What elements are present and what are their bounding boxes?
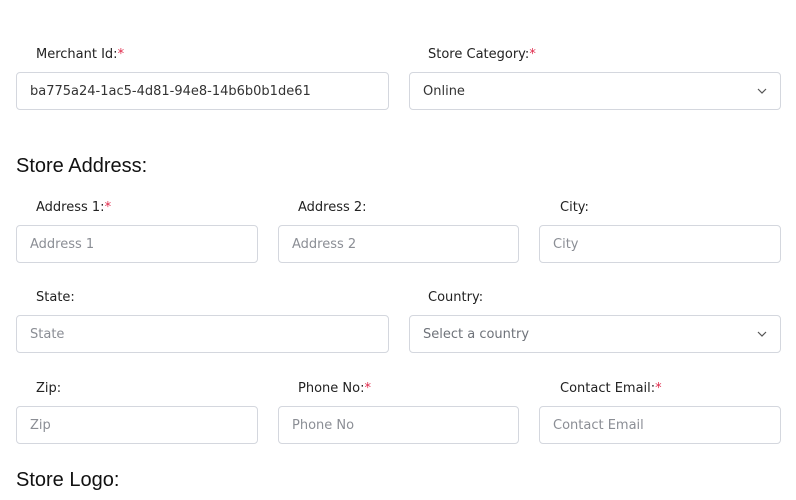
store-form: Merchant Id:* Store Category:* Online St… — [0, 0, 796, 500]
city-label: City: — [560, 200, 589, 215]
phone-field[interactable] — [278, 406, 519, 444]
state-field[interactable] — [16, 315, 389, 353]
country-label: Country: — [428, 290, 484, 305]
chevron-down-icon — [756, 328, 768, 340]
store-logo-heading: Store Logo: — [16, 469, 120, 491]
email-input[interactable] — [553, 407, 780, 443]
address1-label: Address 1:* — [36, 200, 112, 215]
zip-input[interactable] — [30, 407, 257, 443]
phone-label: Phone No:* — [298, 381, 371, 396]
city-field[interactable] — [539, 225, 781, 263]
chevron-down-icon — [756, 85, 768, 97]
merchant-id-field[interactable] — [16, 72, 389, 110]
state-input[interactable] — [30, 316, 388, 352]
store-address-heading: Store Address: — [16, 155, 148, 177]
email-label: Contact Email:* — [560, 381, 662, 396]
address1-input[interactable] — [30, 226, 257, 262]
zip-label: Zip: — [36, 381, 62, 396]
store-category-value: Online — [423, 83, 465, 99]
merchant-id-input[interactable] — [30, 73, 388, 109]
phone-input[interactable] — [292, 407, 518, 443]
store-category-select[interactable]: Online — [409, 72, 781, 110]
address2-field[interactable] — [278, 225, 519, 263]
country-select[interactable]: Select a country — [409, 315, 781, 353]
zip-field[interactable] — [16, 406, 258, 444]
store-category-label: Store Category:* — [428, 47, 536, 62]
country-value: Select a country — [423, 326, 530, 342]
address2-input[interactable] — [292, 226, 518, 262]
city-input[interactable] — [553, 226, 780, 262]
merchant-id-label: Merchant Id:* — [36, 47, 125, 62]
address1-field[interactable] — [16, 225, 258, 263]
email-field[interactable] — [539, 406, 781, 444]
address2-label: Address 2: — [298, 200, 367, 215]
state-label: State: — [36, 290, 75, 305]
